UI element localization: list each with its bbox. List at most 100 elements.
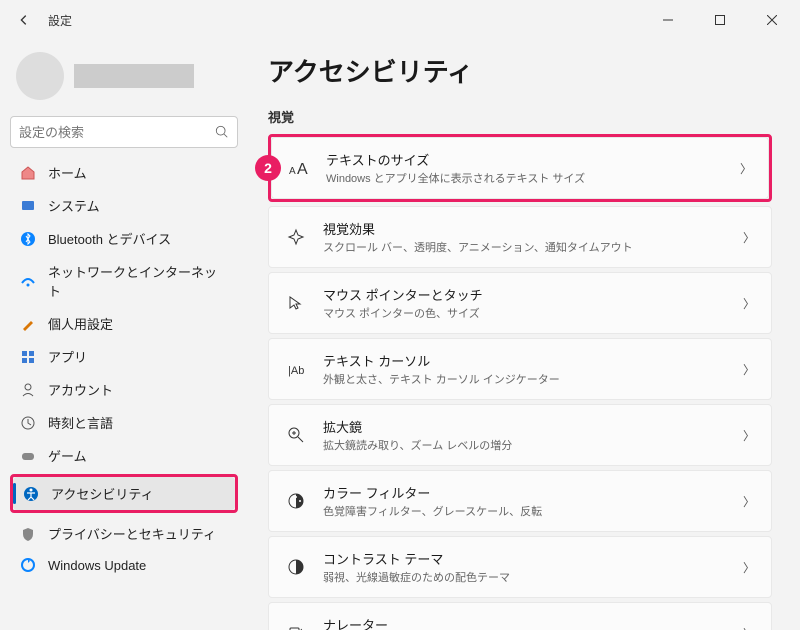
window-title: 設定: [48, 12, 72, 29]
back-button[interactable]: [8, 4, 40, 36]
sidebar-item-bluetooth[interactable]: Bluetooth とデバイス: [10, 222, 238, 255]
nav-list-continued: プライバシーとセキュリティ Windows Update: [10, 517, 238, 580]
card-title: マウス ポインターとタッチ: [323, 285, 727, 304]
card-desc: 拡大鏡読み取り、ズーム レベルの増分: [323, 437, 727, 453]
card-desc: マウス ポインターの色、サイズ: [323, 305, 727, 321]
sidebar-item-label: アカウント: [48, 380, 113, 399]
sidebar-item-label: アプリ: [48, 347, 87, 366]
narrator-icon: [285, 622, 307, 630]
sidebar-item-label: アクセシビリティ: [51, 484, 154, 503]
color-filters-icon: [285, 490, 307, 512]
network-icon: [20, 273, 36, 289]
home-icon: [20, 165, 36, 181]
chevron-right-icon: 〉: [743, 361, 755, 378]
card-desc: 外観と太さ、テキスト カーソル インジケーター: [323, 371, 727, 387]
card-title: ナレーター: [323, 615, 727, 630]
card-visual-effects[interactable]: 視覚効果スクロール バー、透明度、アニメーション、通知タイムアウト 〉: [268, 206, 772, 268]
search-box[interactable]: [10, 116, 238, 148]
sidebar-item-system[interactable]: システム: [10, 189, 238, 222]
sidebar-item-privacy[interactable]: プライバシーとセキュリティ: [10, 517, 238, 550]
mouse-pointer-icon: [285, 292, 307, 314]
card-magnifier[interactable]: 拡大鏡拡大鏡読み取り、ズーム レベルの増分 〉: [268, 404, 772, 466]
card-title: 視覚効果: [323, 219, 727, 238]
text-size-icon: AA: [288, 157, 310, 179]
card-text-cursor[interactable]: |Ab テキスト カーソル外観と太さ、テキスト カーソル インジケーター 〉: [268, 338, 772, 400]
svg-text:A: A: [297, 161, 308, 178]
profile[interactable]: [10, 48, 238, 116]
card-desc: スクロール バー、透明度、アニメーション、通知タイムアウト: [323, 239, 727, 255]
card-title: 拡大鏡: [323, 417, 727, 436]
card-title: テキスト カーソル: [323, 351, 727, 370]
chevron-right-icon: 〉: [743, 493, 755, 510]
sidebar-item-label: Bluetooth とデバイス: [48, 229, 171, 248]
sidebar-item-network[interactable]: ネットワークとインターネット: [10, 255, 238, 307]
card-title: カラー フィルター: [323, 483, 727, 502]
sidebar-item-label: 時刻と言語: [48, 413, 113, 432]
main-content: アクセシビリティ 視覚 2 AA テキストのサイズWindows とアプリ全体に…: [248, 40, 800, 630]
annotation-badge-2: 2: [255, 155, 281, 181]
card-mouse-pointer[interactable]: マウス ポインターとタッチマウス ポインターの色、サイズ 〉: [268, 272, 772, 334]
chevron-right-icon: 〉: [740, 160, 752, 177]
minimize-icon: [663, 15, 673, 25]
chevron-right-icon: 〉: [743, 229, 755, 246]
sidebar-item-update[interactable]: Windows Update: [10, 550, 238, 580]
maximize-icon: [715, 15, 725, 25]
time-icon: [20, 415, 36, 431]
update-icon: [20, 557, 36, 573]
minimize-button[interactable]: [648, 4, 688, 36]
window-controls: [648, 4, 792, 36]
apps-icon: [20, 349, 36, 365]
sidebar-item-apps[interactable]: アプリ: [10, 340, 238, 373]
close-icon: [767, 15, 777, 25]
gaming-icon: [20, 448, 36, 464]
card-desc: 色覚障害フィルター、グレースケール、反転: [323, 503, 727, 519]
card-desc: Windows とアプリ全体に表示されるテキスト サイズ: [326, 170, 724, 186]
nav-list: ホーム システム Bluetooth とデバイス ネットワークとインターネット …: [10, 156, 238, 472]
back-arrow-icon: [17, 13, 31, 27]
accessibility-icon: [23, 486, 39, 502]
sidebar-item-accounts[interactable]: アカウント: [10, 373, 238, 406]
chevron-right-icon: 〉: [743, 427, 755, 444]
card-narrator[interactable]: ナレーター音声、詳細度、キーボード、点字 〉: [268, 602, 772, 630]
card-title: コントラスト テーマ: [323, 549, 727, 568]
annotation-highlight-2: 2 AA テキストのサイズWindows とアプリ全体に表示されるテキスト サイ…: [268, 134, 772, 202]
sidebar-item-label: システム: [48, 196, 100, 215]
card-contrast-themes[interactable]: コントラスト テーマ弱視、光線過敏症のための配色テーマ 〉: [268, 536, 772, 598]
sidebar-item-personalization[interactable]: 個人用設定: [10, 307, 238, 340]
personalization-icon: [20, 316, 36, 332]
sidebar-item-label: 個人用設定: [48, 314, 113, 333]
bluetooth-icon: [20, 231, 36, 247]
text-cursor-icon: |Ab: [285, 358, 307, 380]
page-title: アクセシビリティ: [268, 52, 772, 89]
maximize-button[interactable]: [700, 4, 740, 36]
system-icon: [20, 198, 36, 214]
contrast-icon: [285, 556, 307, 578]
visual-effects-icon: [285, 226, 307, 248]
search-input[interactable]: [19, 125, 215, 140]
annotation-highlight-1: 1 アクセシビリティ: [10, 474, 238, 513]
sidebar-item-label: ゲーム: [48, 446, 87, 465]
search-icon: [215, 125, 229, 139]
chevron-right-icon: 〉: [743, 625, 755, 630]
profile-name-placeholder: [74, 64, 194, 88]
sidebar-item-time[interactable]: 時刻と言語: [10, 406, 238, 439]
avatar: [16, 52, 64, 100]
titlebar: 設定: [0, 0, 800, 40]
chevron-right-icon: 〉: [743, 559, 755, 576]
sidebar-item-label: Windows Update: [48, 558, 146, 573]
card-text-size[interactable]: AA テキストのサイズWindows とアプリ全体に表示されるテキスト サイズ …: [271, 137, 769, 199]
sidebar-item-accessibility[interactable]: アクセシビリティ: [13, 477, 235, 510]
card-color-filters[interactable]: カラー フィルター色覚障害フィルター、グレースケール、反転 〉: [268, 470, 772, 532]
sidebar-item-label: プライバシーとセキュリティ: [48, 524, 216, 543]
svg-text:A: A: [289, 166, 296, 177]
card-title: テキストのサイズ: [326, 150, 724, 169]
sidebar-item-home[interactable]: ホーム: [10, 156, 238, 189]
svg-text:|Ab: |Ab: [288, 365, 304, 377]
magnifier-icon: [285, 424, 307, 446]
sidebar: ホーム システム Bluetooth とデバイス ネットワークとインターネット …: [0, 40, 248, 630]
sidebar-item-label: ネットワークとインターネット: [48, 262, 228, 300]
privacy-icon: [20, 526, 36, 542]
close-button[interactable]: [752, 4, 792, 36]
card-desc: 弱視、光線過敏症のための配色テーマ: [323, 569, 727, 585]
sidebar-item-gaming[interactable]: ゲーム: [10, 439, 238, 472]
